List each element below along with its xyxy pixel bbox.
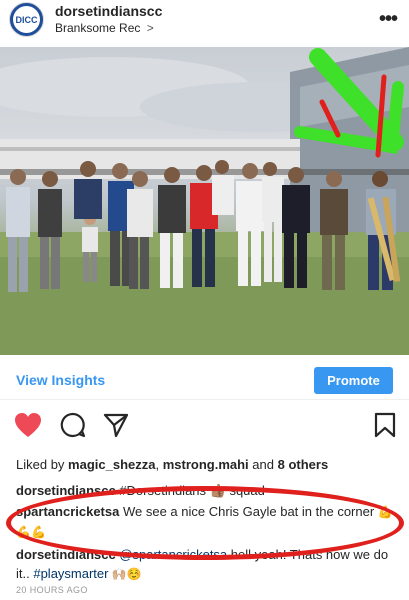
likes-prefix: Liked by bbox=[16, 457, 69, 472]
comment-emoji: 🙌🏼☺️ bbox=[108, 567, 142, 581]
insights-bar: View Insights Promote bbox=[0, 360, 409, 400]
post-username[interactable]: dorsetindianscc bbox=[55, 3, 162, 19]
share-icon[interactable] bbox=[103, 412, 129, 443]
avatar-logo: DICC bbox=[13, 6, 40, 33]
view-insights-link[interactable]: View Insights bbox=[16, 372, 105, 388]
post-header: DICC dorsetindianscc Branksome Rec > ••• bbox=[0, 0, 409, 40]
post-location[interactable]: Branksome Rec > bbox=[55, 21, 154, 35]
likes-line: Liked by magic_shezza, mstrong.mahi and … bbox=[16, 457, 329, 472]
liker-1[interactable]: magic_shezza bbox=[68, 457, 155, 472]
avatar[interactable]: DICC bbox=[9, 2, 44, 37]
likes-others[interactable]: 8 others bbox=[278, 457, 329, 472]
chevron-right-icon: > bbox=[146, 21, 154, 35]
post-photo[interactable] bbox=[0, 47, 409, 355]
comment-hashtag[interactable]: #playsmarter bbox=[33, 566, 108, 581]
more-icon[interactable]: ••• bbox=[379, 8, 398, 31]
red-circle-annotation bbox=[6, 486, 404, 560]
location-label: Branksome Rec bbox=[55, 21, 141, 35]
photo-drawing bbox=[0, 47, 409, 355]
post-timestamp: 20 HOURS AGO bbox=[16, 585, 88, 595]
action-bar bbox=[0, 412, 409, 448]
liker-2[interactable]: mstrong.mahi bbox=[163, 457, 249, 472]
comment-icon[interactable] bbox=[60, 412, 86, 443]
heart-icon[interactable] bbox=[14, 412, 42, 443]
bookmark-icon[interactable] bbox=[374, 412, 396, 443]
promote-button[interactable]: Promote bbox=[314, 367, 393, 394]
